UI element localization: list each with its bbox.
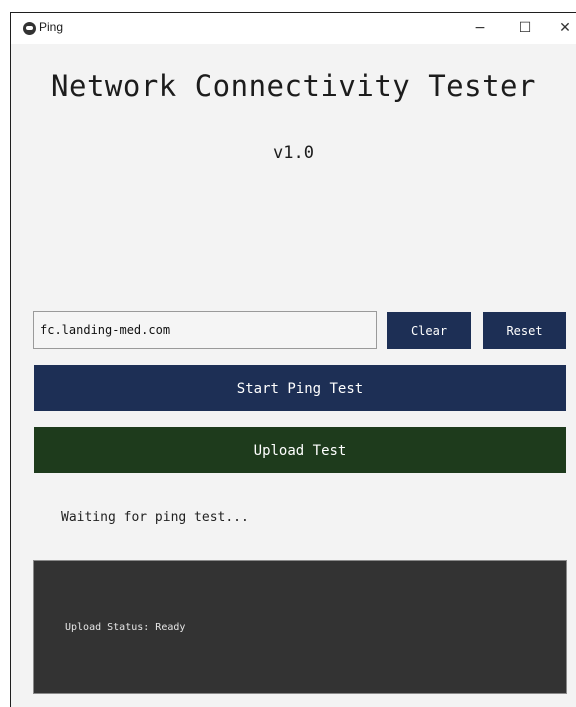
minimize-icon[interactable]: − xyxy=(465,17,495,39)
window-title: Ping xyxy=(39,20,64,34)
host-input[interactable] xyxy=(33,311,377,349)
app-logo-icon xyxy=(23,22,36,35)
close-icon[interactable]: ✕ xyxy=(550,17,576,39)
page-title: Network Connectivity Tester xyxy=(51,69,536,103)
title-bar[interactable]: Ping − ☐ ✕ xyxy=(11,13,576,44)
reset-button[interactable]: Reset xyxy=(483,312,566,349)
maximize-icon[interactable]: ☐ xyxy=(510,17,540,39)
upload-test-button[interactable]: Upload Test xyxy=(34,427,566,473)
upload-status-panel: Upload Status: Ready xyxy=(33,560,567,694)
upload-status-text: Upload Status: Ready xyxy=(65,622,186,633)
start-ping-test-button[interactable]: Start Ping Test xyxy=(34,365,566,411)
version-label: v1.0 xyxy=(273,143,314,163)
app-window: Ping − ☐ ✕ Network Connectivity Tester v… xyxy=(10,12,576,707)
ping-status-text: Waiting for ping test... xyxy=(61,510,249,525)
clear-button[interactable]: Clear xyxy=(387,312,471,349)
